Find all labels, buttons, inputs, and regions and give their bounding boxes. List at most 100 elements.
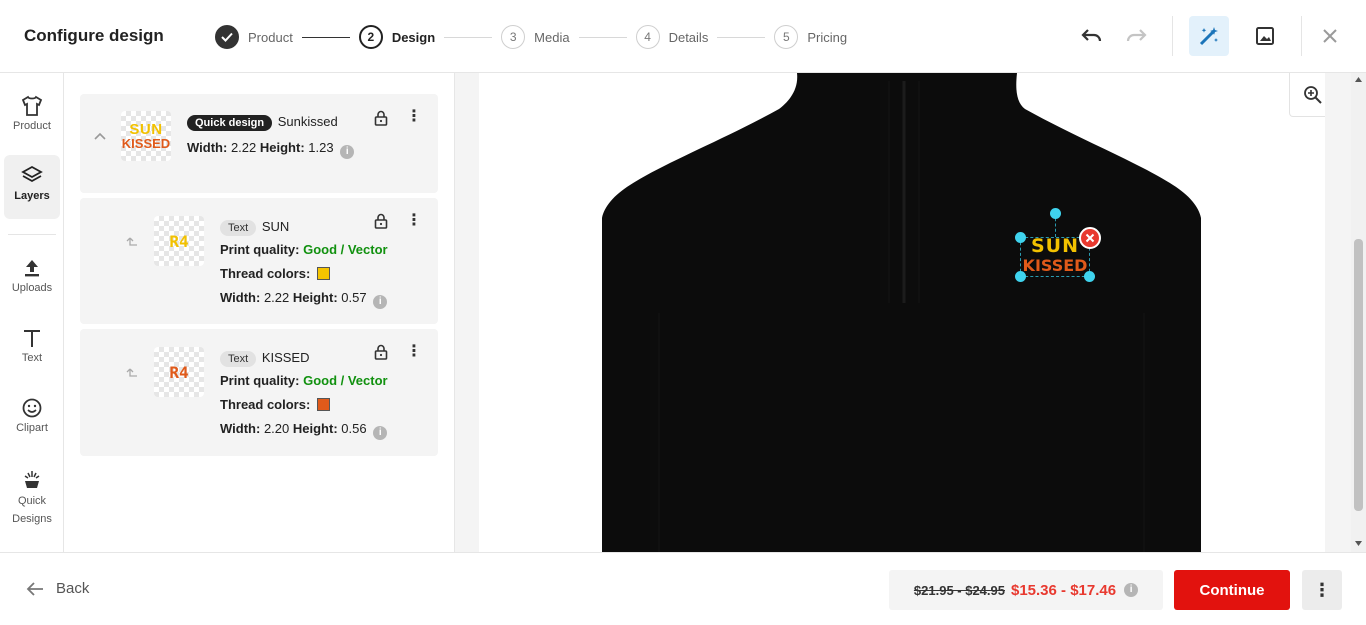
close-button[interactable] [1310,16,1350,56]
step-details[interactable]: 4 Details [635,25,709,49]
resize-handle[interactable] [1015,271,1026,282]
layer-more-button[interactable]: ⋮ [406,109,422,125]
step-number: 5 [774,25,799,49]
continue-button[interactable]: Continue [1174,570,1290,610]
upload-icon [25,260,39,277]
lock-icon[interactable] [374,344,388,360]
info-icon[interactable]: i [340,145,355,159]
design-element[interactable]: SUN KISSED [1015,208,1101,282]
close-icon [1085,233,1095,243]
more-options-button[interactable]: ⋮ [1302,570,1342,610]
step-label: Design [391,29,436,45]
step-number: 2 [358,25,383,49]
layer-more-button[interactable]: ⋮ [406,213,422,229]
layer-name: Sunkissed [277,114,338,129]
design-canvas[interactable]: SUN KISSED [479,73,1325,552]
header: Configure design Product 2 Design 3 Medi… [0,0,1366,73]
print-quality-label: Print quality: [220,242,300,257]
rail-item-text[interactable]: Text [4,327,60,364]
height-label: Height: [259,140,305,155]
divider [1301,16,1302,56]
rail-item-layers[interactable]: Layers [4,155,60,219]
step-label: Product [248,29,293,45]
lock-icon[interactable] [374,213,388,229]
scroll-up-icon[interactable] [1355,77,1362,82]
step-number: 4 [635,25,660,49]
close-icon [1323,29,1337,43]
zoom-in-button[interactable] [1289,73,1325,117]
rotate-handle[interactable] [1050,208,1061,219]
rail-item-uploads[interactable]: Uploads [4,257,60,294]
info-icon[interactable]: i [373,426,388,440]
step-label: Pricing [807,29,848,45]
chevron-up-icon[interactable] [94,132,106,140]
delete-element-button[interactable] [1079,227,1101,249]
rail-label: Uploads [11,282,53,294]
magic-wand-button[interactable] [1189,16,1229,56]
canvas-scrollbar[interactable] [1351,73,1366,552]
layer-more-button[interactable]: ⋮ [406,344,422,360]
height-label: Height: [292,290,338,305]
tool-rail: Product Layers Uploads Text Clipart Quic… [0,73,64,552]
arrow-left-icon [26,581,43,596]
width-value: 2.22 [263,290,290,305]
scroll-down-icon[interactable] [1355,541,1362,546]
step-label: Details [668,29,709,45]
step-connector [301,36,350,38]
layer-card-sun[interactable]: R4 Text SUN Print quality: Good / Vector… [80,198,438,324]
print-quality-row: Print quality: Good / Vector [220,242,388,257]
text-glyph: R4 [169,362,189,382]
info-icon[interactable]: i [1124,583,1139,597]
text-badge: Text [220,351,257,367]
rail-label: Quick Designs [12,495,52,525]
back-button[interactable]: Back [26,580,89,597]
height-value: 0.56 [341,421,367,436]
step-design[interactable]: 2 Design [358,25,436,49]
divider [8,234,56,235]
height-label: Height: [292,421,338,436]
layers-panel: SUN KISSED Quick design Sunkissed Width:… [64,73,455,552]
step-number: 3 [501,25,526,49]
layer-card-kissed[interactable]: R4 Text KISSED Print quality: Good / Vec… [80,329,438,456]
magic-wand-icon [1199,27,1218,46]
rail-item-quick-designs[interactable]: Quick Designs [4,469,60,528]
thread-color-swatch[interactable] [316,267,330,280]
footer-bar: Back $21.95 - $24.95 $15.36 - $17.46 i C… [0,552,1366,625]
scroll-thumb[interactable] [1354,239,1363,511]
text-icon [24,330,40,347]
image-button[interactable] [1245,16,1285,56]
layer-group-card[interactable]: SUN KISSED Quick design Sunkissed Width:… [80,94,438,193]
step-label: Media [534,29,570,45]
back-label: Back [56,580,90,597]
step-media[interactable]: 3 Media [501,25,570,49]
redo-button[interactable] [1116,16,1156,56]
original-price: $21.95 - $24.95 [913,582,1005,598]
smiley-icon [22,398,42,418]
divider [1172,16,1173,56]
quick-design-badge: Quick design [187,115,273,131]
thumb-text: SUN [129,120,163,138]
lock-icon[interactable] [374,110,388,126]
step-product[interactable]: Product [215,25,293,49]
layer-thumbnail: R4 [154,216,204,266]
layers-icon [21,165,43,183]
print-quality-value: Good / Vector [303,373,388,388]
layer-name: KISSED [261,350,310,365]
resize-handle[interactable] [1015,232,1026,243]
layer-title-row: Text KISSED [220,350,310,367]
page-title: Configure design [24,26,164,45]
layer-title-row: Text SUN [220,219,289,236]
rail-item-clipart[interactable]: Clipart [4,397,60,434]
info-icon[interactable]: i [373,295,388,309]
thumb-text: KISSED [121,135,171,151]
layer-thumbnail: SUN KISSED [121,111,171,161]
rail-item-product[interactable]: Product [4,95,60,132]
step-pricing[interactable]: 5 Pricing [774,25,847,49]
undo-button[interactable] [1072,16,1112,56]
thread-color-swatch[interactable] [316,398,330,411]
layer-dimensions: Width: 2.22 Height: 0.57 i [220,290,388,309]
redo-icon [1126,29,1147,42]
resize-handle[interactable] [1084,271,1095,282]
step-connector [578,36,627,38]
thread-colors-row: Thread colors: [220,266,330,281]
